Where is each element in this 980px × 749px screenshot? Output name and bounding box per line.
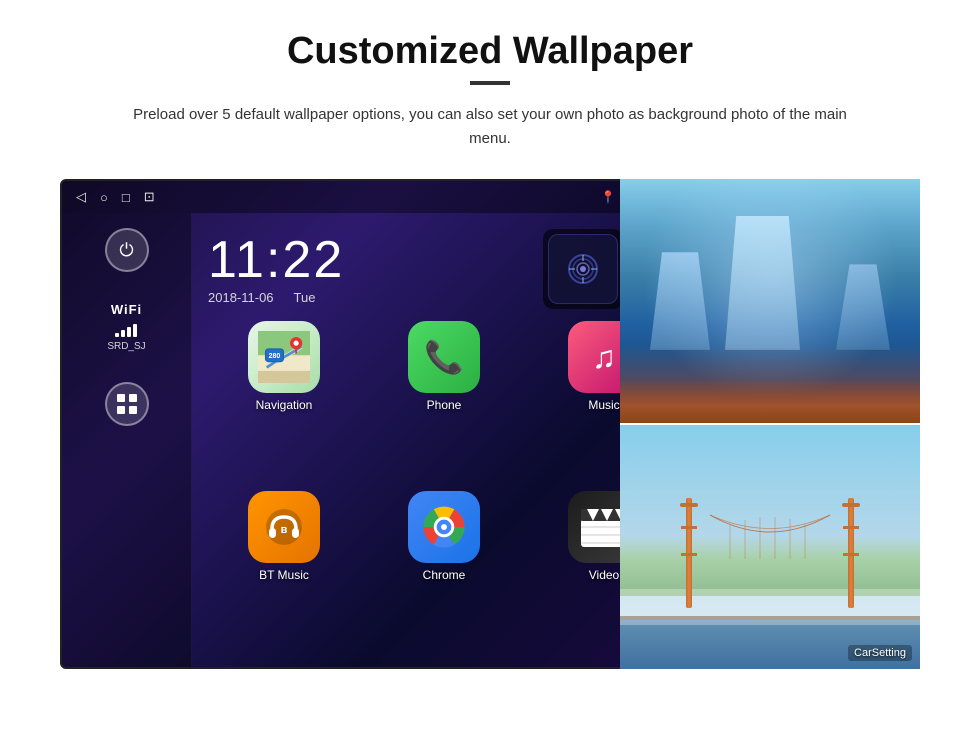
android-screen: ◁ ○ □ ⊡ 📍 11:22 xyxy=(60,179,698,669)
screen-container: ◁ ○ □ ⊡ 📍 11:22 xyxy=(60,179,920,669)
chrome-label: Chrome xyxy=(423,568,466,582)
apps-grid-button[interactable] xyxy=(105,382,149,426)
clock-section: 11:22 2018-11-06 Tue xyxy=(208,234,523,305)
svg-text:ʙ: ʙ xyxy=(281,524,288,536)
app-item-btmusic[interactable]: ʙ BT Music xyxy=(208,491,360,653)
wallpaper-thumbnails: CarSetting xyxy=(620,179,920,669)
app-item-phone[interactable]: 📞 Phone xyxy=(368,321,520,483)
svg-text:280: 280 xyxy=(269,353,281,360)
wifi-network-name: SRD_SJ xyxy=(107,341,145,352)
ice-wallpaper xyxy=(620,179,920,423)
date-value: 2018-11-06 xyxy=(208,290,274,305)
day-value: Tue xyxy=(294,290,316,305)
screen-sidebar: ⏻ WiFi SRD_SJ xyxy=(62,213,192,667)
back-nav-icon[interactable]: ◁ xyxy=(76,189,86,205)
phone-label: Phone xyxy=(427,398,462,412)
phone-icon: 📞 xyxy=(424,338,464,376)
media-app-icon[interactable] xyxy=(543,229,623,309)
title-divider xyxy=(470,81,510,85)
wifi-info: WiFi SRD_SJ xyxy=(107,302,145,352)
navigation-label: Navigation xyxy=(256,398,313,412)
power-button[interactable]: ⏻ xyxy=(105,228,149,272)
btmusic-app-icon: ʙ xyxy=(248,491,320,563)
wifi-title-label: WiFi xyxy=(107,302,145,317)
screen-content: ⏻ WiFi SRD_SJ xyxy=(62,213,696,667)
music-label: Music xyxy=(588,398,619,412)
page-title: Customized Wallpaper xyxy=(60,30,920,73)
phone-app-icon: 📞 xyxy=(408,321,480,393)
status-bar-left: ◁ ○ □ ⊡ xyxy=(76,189,155,205)
bridge-structure xyxy=(620,425,920,669)
clock-date: 2018-11-06 Tue xyxy=(208,290,523,305)
carsetting-label: CarSetting xyxy=(848,645,912,661)
app-item-navigation[interactable]: 280 Navigation xyxy=(208,321,360,483)
wallpaper-thumb-ice[interactable] xyxy=(620,179,920,425)
video-label: Video xyxy=(589,568,619,582)
navigation-app-icon: 280 xyxy=(248,321,320,393)
android-mockup: ◁ ○ □ ⊡ 📍 11:22 xyxy=(60,179,698,669)
wallpaper-thumb-bridge[interactable]: CarSetting xyxy=(620,425,920,669)
btmusic-label: BT Music xyxy=(259,568,309,582)
clock-time: 11:22 xyxy=(208,234,523,286)
page-container: Customized Wallpaper Preload over 5 defa… xyxy=(0,0,980,689)
screenshot-nav-icon[interactable]: ⊡ xyxy=(144,189,155,205)
page-description: Preload over 5 default wallpaper options… xyxy=(115,103,865,151)
location-icon: 📍 xyxy=(601,190,616,204)
app-item-chrome[interactable]: Chrome xyxy=(368,491,520,653)
bridge-wallpaper: CarSetting xyxy=(620,425,920,669)
music-note-icon: ♫ xyxy=(592,339,616,376)
recent-nav-icon[interactable]: □ xyxy=(122,190,130,205)
home-nav-icon[interactable]: ○ xyxy=(100,190,108,205)
status-bar: ◁ ○ □ ⊡ 📍 11:22 xyxy=(62,181,696,213)
chrome-app-icon xyxy=(408,491,480,563)
wifi-signal-bars xyxy=(107,321,145,337)
